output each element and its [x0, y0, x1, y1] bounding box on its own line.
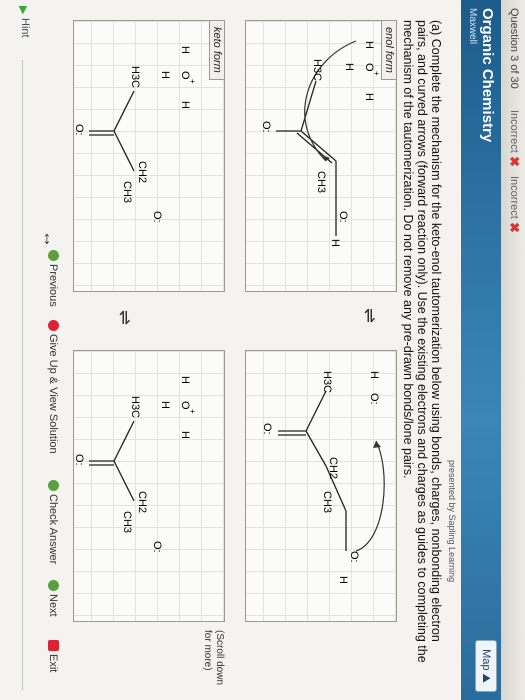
- h3o-h: H: [363, 41, 375, 49]
- keto-form-label: keto form: [209, 21, 224, 80]
- presented-by: presented by Sapling Learning: [447, 460, 457, 583]
- map-icon: ⛰: [480, 673, 492, 683]
- h3o-charge: +: [188, 79, 197, 84]
- previous-icon: [48, 250, 59, 261]
- water-o: O:: [368, 393, 380, 405]
- previous-button[interactable]: Previous: [47, 250, 59, 307]
- app-window: Question 3 of 30 Incorrect ✖ Incorrect ✖…: [0, 0, 525, 700]
- next-button[interactable]: Next: [47, 580, 59, 617]
- ch3-group: CH3: [321, 491, 333, 513]
- exit-label: Exit: [47, 654, 59, 673]
- protonated-keto-panel[interactable]: H O + H H H3C O: CH2 CH3 O:: [73, 350, 225, 622]
- water-h: H: [368, 371, 380, 379]
- keto-drawing-panel[interactable]: keto form H O + H H H3C O: CH2 CH3 O:: [73, 20, 225, 292]
- h3o-h: H: [179, 431, 191, 439]
- intermediate-structure: H O: H3C O: CH2 CH3 O: H: [261, 371, 385, 584]
- question-topbar: Question 3 of 30 Incorrect ✖ Incorrect ✖: [500, 0, 525, 700]
- question-number: Question 3 of 30: [508, 8, 520, 89]
- h3c-group: H3C: [129, 396, 141, 418]
- scroll-note: (Scroll down for more): [202, 630, 225, 686]
- hint-link[interactable]: Hint: [19, 18, 31, 38]
- intermediate-drawing-panel[interactable]: H O: H3C O: CH2 CH3 O: H: [245, 350, 397, 622]
- h3o-charge: +: [372, 71, 381, 76]
- h3o-charge: +: [188, 409, 197, 414]
- equilibrium-arrow: ⇌: [360, 308, 380, 324]
- ch2-group: CH2: [136, 161, 148, 183]
- give-up-icon: [48, 320, 59, 331]
- check-icon: [48, 480, 59, 491]
- attempt-status-2: Incorrect: [508, 176, 520, 219]
- give-up-button[interactable]: Give Up & View Solution: [47, 320, 59, 454]
- previous-label: Previous: [47, 264, 59, 307]
- h3o-h: H: [159, 71, 171, 79]
- h3o-h: H: [363, 93, 375, 101]
- next-icon: [48, 580, 59, 591]
- oxygen-atom: O:: [260, 121, 272, 133]
- check-answer-button[interactable]: Check Answer: [47, 480, 59, 564]
- screen: Question 3 of 30 Incorrect ✖ Incorrect ✖…: [0, 0, 525, 700]
- h3c-group: H3C: [311, 59, 323, 81]
- course-author: Maxwell: [467, 8, 478, 45]
- incorrect-x-icon: ✖: [507, 222, 522, 233]
- check-answer-label: Check Answer: [47, 494, 59, 565]
- ch3-group: CH3: [121, 181, 133, 203]
- hydroxyl-h: H: [337, 576, 349, 584]
- enol-drawing-panel[interactable]: enol form H O + H H H3C O: CH3 O: H: [245, 20, 397, 292]
- h3o-h: H: [179, 101, 191, 109]
- navigation-bar: Previous Give Up & View Solution Check A…: [39, 0, 65, 700]
- h3o-h: H: [159, 401, 171, 409]
- incorrect-x-icon: ✖: [507, 156, 522, 167]
- course-title: Organic Chemistry: [479, 8, 496, 143]
- ch3-group: CH3: [121, 511, 133, 533]
- carbonyl-oxygen: O:: [261, 423, 273, 435]
- oxygen-atom: O:: [151, 211, 163, 223]
- exit-button[interactable]: Exit: [47, 640, 59, 672]
- give-up-label: Give Up & View Solution: [47, 334, 59, 454]
- oxygen-atom: O:: [74, 124, 85, 136]
- oxygen-atom: O:: [337, 211, 349, 223]
- course-header: Organic Chemistry Maxwell Map ⛰: [461, 0, 501, 700]
- h3o-h: H: [343, 63, 355, 71]
- enol-form-label: enol form: [381, 21, 396, 80]
- hydroxyl-h: H: [329, 239, 341, 247]
- h3c-group: H3C: [321, 371, 333, 393]
- hint-divider: [22, 60, 23, 690]
- h3o-h: H: [179, 376, 191, 384]
- ch2-group: CH2: [136, 491, 148, 513]
- ch3-group: CH3: [315, 171, 327, 193]
- keto-structure: H O + H H H3C O: CH2 CH3 O:: [73, 46, 197, 223]
- oxygen-atom: O:: [151, 541, 163, 553]
- exit-icon: [48, 640, 59, 651]
- next-label: Next: [47, 594, 59, 617]
- protonated-keto-structure: H O + H H H3C O: CH2 CH3 O:: [73, 376, 197, 553]
- question-text: (a) Complete the mechanism for the keto-…: [401, 20, 443, 663]
- map-label: Map: [480, 649, 492, 671]
- hint-triangle-icon[interactable]: ▶: [17, 6, 30, 14]
- ch2-group: CH2: [327, 457, 339, 479]
- enol-structure: H O + H H H3C O: CH3 O: H: [260, 40, 381, 247]
- equilibrium-arrow: ⇌: [115, 310, 135, 326]
- h3c-group: H3C: [129, 66, 141, 88]
- oxygen-atom: O:: [74, 454, 85, 466]
- attempt-status-1: Incorrect: [508, 110, 520, 153]
- map-button[interactable]: Map ⛰: [475, 640, 497, 692]
- oxygen-atom: O:: [348, 551, 360, 563]
- h3o-h: H: [179, 46, 191, 54]
